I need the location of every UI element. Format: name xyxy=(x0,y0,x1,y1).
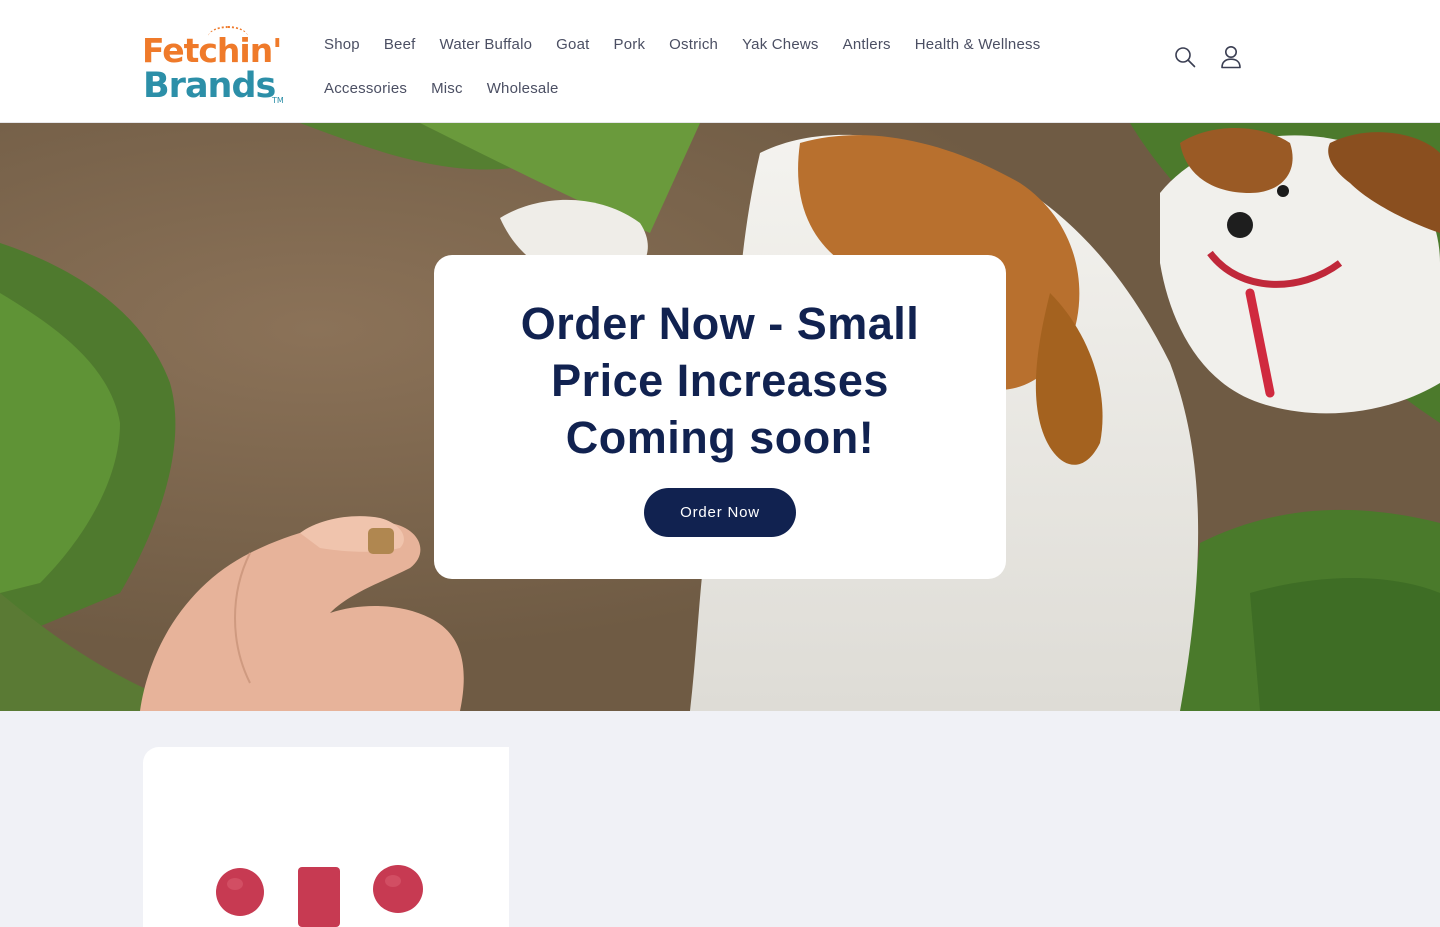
search-icon[interactable] xyxy=(1172,44,1198,70)
nav-item-accessories[interactable]: Accessories xyxy=(312,80,419,97)
nav-item-health-wellness[interactable]: Health & Wellness xyxy=(903,36,1053,53)
logo-text-line1: Fetchin' xyxy=(142,31,282,70)
nav-item-shop[interactable]: Shop xyxy=(312,36,372,53)
nav-item-goat[interactable]: Goat xyxy=(544,36,601,53)
main-navigation: Shop Beef Water Buffalo Goat Pork Ostric… xyxy=(312,22,1112,110)
nav-row-secondary: Accessories Misc Wholesale xyxy=(312,66,1112,110)
nav-item-water-buffalo[interactable]: Water Buffalo xyxy=(428,36,545,53)
product-card[interactable] xyxy=(143,747,509,927)
hero-banner: Order Now - Small Price Increases Coming… xyxy=(0,123,1440,711)
logo-text-line2: Brands xyxy=(143,66,276,106)
product-image[interactable] xyxy=(143,747,509,927)
nav-item-antlers[interactable]: Antlers xyxy=(831,36,903,53)
brand-logo[interactable]: Fetchin' Brands TM xyxy=(142,26,284,110)
nav-item-ostrich[interactable]: Ostrich xyxy=(657,36,730,53)
hero-content-card: Order Now - Small Price Increases Coming… xyxy=(434,255,1006,579)
header-icons xyxy=(1172,44,1244,70)
logo-trademark: TM xyxy=(272,96,284,105)
hero-title: Order Now - Small Price Increases Coming… xyxy=(520,298,920,463)
nav-item-yak-chews[interactable]: Yak Chews xyxy=(730,36,831,53)
nav-item-beef[interactable]: Beef xyxy=(372,36,428,53)
site-header: Fetchin' Brands TM Shop Beef Water Buffa… xyxy=(0,0,1440,123)
nav-item-pork[interactable]: Pork xyxy=(602,36,658,53)
account-icon[interactable] xyxy=(1218,44,1244,70)
nav-item-wholesale[interactable]: Wholesale xyxy=(475,80,571,97)
nav-item-misc[interactable]: Misc xyxy=(419,80,475,97)
order-now-button[interactable]: Order Now xyxy=(644,488,796,537)
nav-row-primary: Shop Beef Water Buffalo Goat Pork Ostric… xyxy=(312,22,1112,66)
